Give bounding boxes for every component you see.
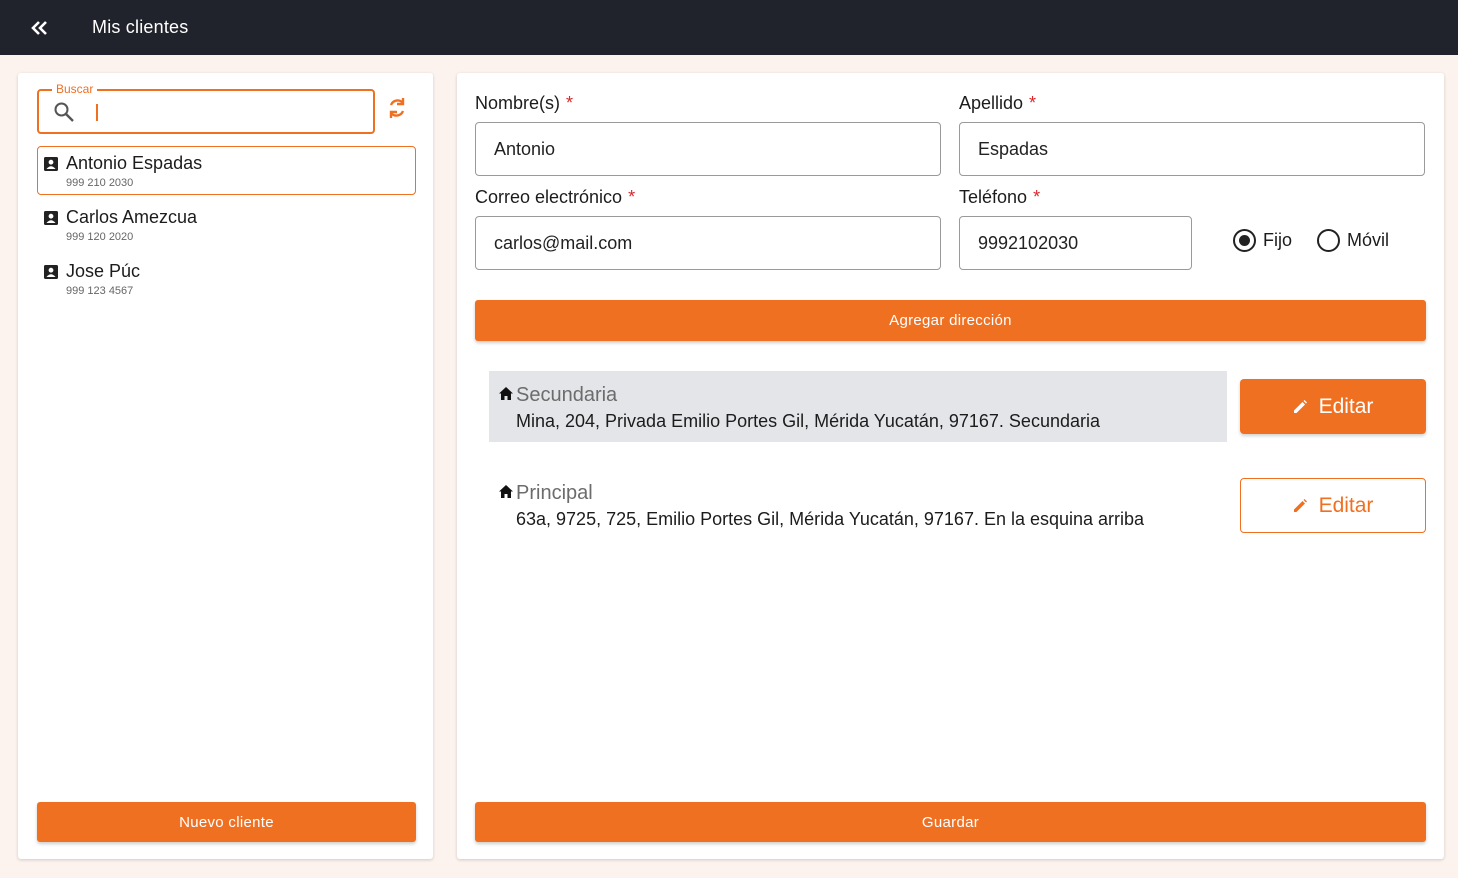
client-list: Antonio Espadas 999 210 2030 Carlos Amez… [37,146,416,308]
client-phone: 999 123 4567 [66,285,134,297]
first-name-label-text: Nombre(s) [475,93,561,113]
client-item-antonio-espadas[interactable]: Antonio Espadas 999 210 2030 [37,146,416,195]
add-address-button[interactable]: Agregar dirección [475,300,1426,341]
search-field[interactable]: Buscar [37,82,375,134]
client-item-carlos-amezcua[interactable]: Carlos Amezcua 999 120 2020 [37,200,416,249]
app-bar: Mis clientes [0,0,1458,55]
radio-fijo-label: Fijo [1263,230,1293,250]
back-button[interactable] [0,0,80,55]
contact-card-icon [44,157,58,171]
contact-card-icon [44,211,58,225]
required-marker: * [628,187,636,207]
required-marker: * [566,93,574,113]
client-form-panel: Nombre(s) * Antonio Apellido * Espadas Cor… [457,73,1444,859]
address-item-principal[interactable]: Principal 63a, 9725, 725, Emilio Portes … [489,469,1227,540]
client-phone: 999 120 2020 [66,231,134,243]
home-icon [499,485,513,498]
address-name: Principal [516,482,593,504]
search-input[interactable] [95,99,355,125]
new-client-button[interactable]: Nuevo cliente [37,802,416,842]
text-cursor [96,104,98,121]
double-chevron-left-icon [31,20,47,35]
save-button[interactable]: Guardar [475,802,1426,842]
edit-address-button[interactable]: Editar [1240,478,1426,533]
email-field[interactable]: carlos@mail.com [475,216,941,270]
last-name-label: Apellido * [959,93,1036,114]
email-label: Correo electrónico * [475,187,635,208]
search-label: Buscar [52,82,98,96]
required-marker: * [1029,93,1037,113]
pencil-icon [1293,399,1307,413]
radio-fijo[interactable]: Fijo [1233,229,1292,252]
phone-label: Teléfono * [959,187,1040,208]
page-title: Mis clientes [92,17,189,37]
client-phone: 999 210 2030 [66,177,134,189]
client-list-panel: Buscar Antonio Espadas 999 210 2030 Carl… [18,73,433,859]
address-text: 63a, 9725, 725, Emilio Portes Gil, Mérid… [516,509,1145,529]
client-name: Carlos Amezcua [66,207,198,227]
email-label-text: Correo electrónico [475,187,623,207]
radio-selected-indicator [1233,229,1256,252]
client-name: Jose Púc [66,261,141,281]
last-name-field[interactable]: Espadas [959,122,1425,176]
pencil-icon [1293,498,1307,512]
edit-address-button[interactable]: Editar [1240,379,1426,434]
address-name: Secundaria [516,384,618,406]
address-text: Mina, 204, Privada Emilio Portes Gil, Mé… [516,411,1100,431]
first-name-field[interactable]: Antonio [475,122,941,176]
address-item-secundaria[interactable]: Secundaria Mina, 204, Privada Emilio Por… [489,371,1227,442]
phone-field[interactable]: 9992102030 [959,216,1192,270]
first-name-label: Nombre(s) * [475,93,573,114]
contact-card-icon [44,265,58,279]
search-icon [54,102,74,122]
client-item-jose-puc[interactable]: Jose Púc 999 123 4567 [37,254,416,303]
last-name-label-text: Apellido [959,93,1024,113]
edit-label: Editar [1318,493,1374,517]
phone-label-text: Teléfono [959,187,1028,207]
radio-movil[interactable]: Móvil [1317,229,1389,252]
refresh-icon[interactable] [386,95,408,121]
radio-movil-label: Móvil [1347,230,1390,250]
home-icon [499,387,513,400]
client-name: Antonio Espadas [66,153,203,173]
radio-unselected-indicator [1317,229,1340,252]
edit-label: Editar [1318,394,1374,418]
required-marker: * [1033,187,1041,207]
